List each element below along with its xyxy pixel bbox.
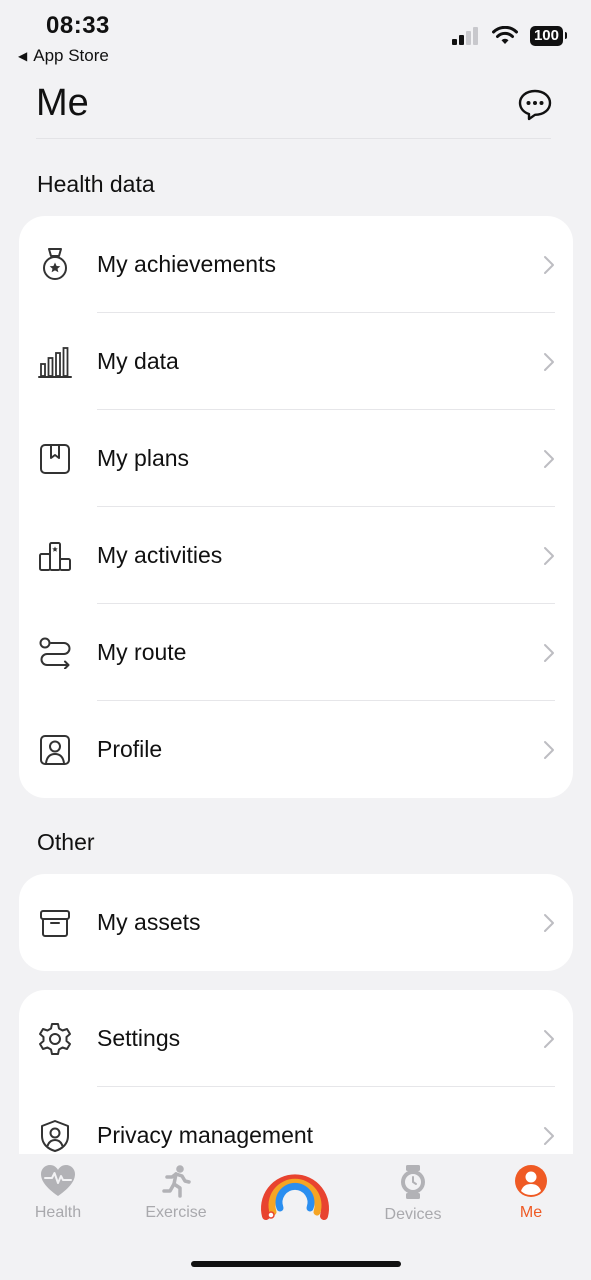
tab-label: Exercise <box>145 1204 207 1221</box>
menu-item-label: Profile <box>97 736 163 762</box>
back-to-app-link[interactable]: ◀ App Store <box>18 46 109 66</box>
chevron-right-icon <box>544 255 554 274</box>
tab-exercise[interactable]: Exercise <box>126 1164 226 1222</box>
header-divider <box>36 138 551 139</box>
menu-item-settings[interactable]: Settings <box>19 990 573 1087</box>
menu-item-label: My route <box>97 639 187 665</box>
menu-item-my-achievements[interactable]: My achievements <box>19 216 573 313</box>
home-indicator <box>191 1261 401 1267</box>
status-time: 08:33 <box>46 12 110 39</box>
chevron-right-icon <box>544 643 554 662</box>
tab-health[interactable]: Health <box>8 1164 108 1222</box>
back-triangle-icon: ◀ <box>18 49 28 63</box>
menu-item-my-activities[interactable]: My activities <box>19 507 573 604</box>
menu-item-label: My assets <box>97 909 201 935</box>
wifi-icon <box>491 26 518 44</box>
section-title-health-data: Health data <box>37 171 155 197</box>
battery-indicator: 100 <box>529 26 568 46</box>
section-title-other: Other <box>37 829 95 855</box>
menu-item-label: My data <box>97 348 179 374</box>
menu-item-my-plans[interactable]: My plans <box>19 410 573 507</box>
menu-item-label: My plans <box>97 445 190 471</box>
menu-item-label: My activities <box>97 542 223 568</box>
podium-icon <box>37 538 73 574</box>
watch-icon <box>401 1165 425 1199</box>
menu-item-my-route[interactable]: My route <box>19 604 573 701</box>
chevron-right-icon <box>544 352 554 371</box>
menu-item-label: Privacy management <box>97 1122 314 1148</box>
tab-center[interactable] <box>245 1154 345 1230</box>
menu-item-label: My achievements <box>97 251 276 277</box>
chevron-right-icon <box>544 913 554 932</box>
tab-label: Devices <box>384 1206 442 1223</box>
menu-item-profile[interactable]: Profile <box>19 701 573 798</box>
other-card: My assets <box>19 874 573 971</box>
rainbow-ring-icon <box>261 1174 329 1220</box>
running-icon <box>162 1165 191 1198</box>
message-icon[interactable] <box>517 88 553 122</box>
chevron-right-icon <box>544 449 554 468</box>
health-data-card: My achievements My data My plans My acti… <box>19 216 573 798</box>
menu-item-my-data[interactable]: My data <box>19 313 573 410</box>
medal-icon <box>37 247 73 283</box>
menu-item-label: Settings <box>97 1025 181 1051</box>
route-icon <box>37 635 73 671</box>
box-icon <box>37 905 73 941</box>
page-title: Me <box>36 82 89 124</box>
heart-icon <box>41 1165 75 1196</box>
bookmark-icon <box>37 441 73 477</box>
chevron-right-icon <box>544 546 554 565</box>
cellular-signal-icon <box>451 27 478 45</box>
profile-card-icon <box>37 732 73 768</box>
chevron-right-icon <box>544 1126 554 1145</box>
bar-chart-icon <box>37 344 73 380</box>
tab-devices[interactable]: Devices <box>363 1164 463 1224</box>
chevron-right-icon <box>544 1029 554 1048</box>
tab-label: Health <box>34 1204 82 1221</box>
gear-icon <box>37 1021 73 1057</box>
person-icon <box>515 1165 547 1197</box>
tab-me[interactable]: Me <box>481 1164 581 1222</box>
screen: 08:33 ◀ App Store 100 Me Health data My … <box>0 0 591 1280</box>
chevron-right-icon <box>544 740 554 759</box>
menu-item-my-assets[interactable]: My assets <box>19 874 573 971</box>
tab-label: Me <box>519 1204 543 1221</box>
status-indicators: 100 <box>451 26 568 46</box>
back-app-label: App Store <box>33 46 109 65</box>
shield-user-icon <box>37 1118 73 1154</box>
